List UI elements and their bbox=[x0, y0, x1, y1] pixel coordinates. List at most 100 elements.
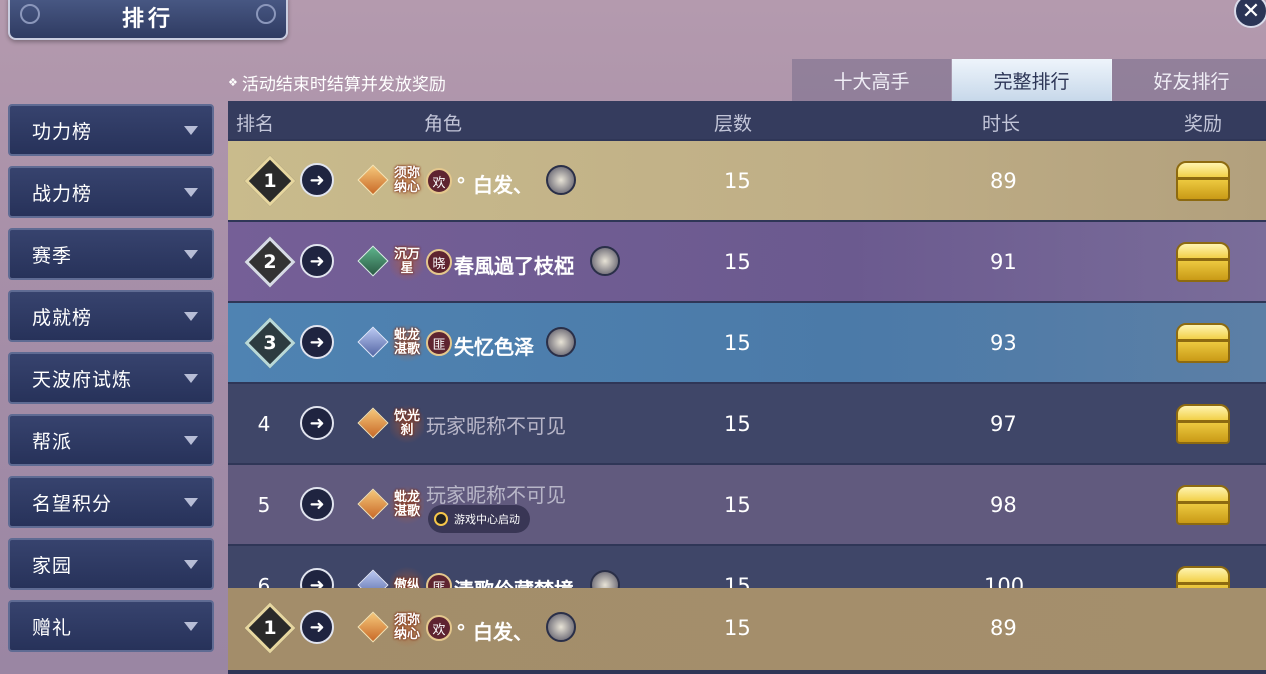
player-name: 失忆色泽 bbox=[454, 335, 534, 359]
title-badge: 欢 bbox=[426, 168, 452, 194]
sidebar-item-gift[interactable]: 赠礼 bbox=[8, 600, 214, 652]
chevron-down-icon bbox=[184, 621, 198, 631]
time-value: 97 bbox=[990, 412, 1017, 436]
sidebar-item-reputation[interactable]: 名望积分 bbox=[8, 476, 214, 528]
ornament-icon bbox=[256, 4, 276, 24]
column-layers: 层数 bbox=[714, 113, 753, 135]
chevron-down-icon bbox=[184, 559, 198, 569]
rank-number: 1 bbox=[263, 170, 277, 192]
chevron-down-icon bbox=[184, 497, 198, 507]
rank-number: 4 bbox=[257, 412, 271, 436]
time-value: 98 bbox=[990, 493, 1017, 517]
table-row[interactable]: 1 ➜ 须弥纳心 欢 ° 白发、 15 89 bbox=[228, 141, 1266, 220]
view-profile-button[interactable]: ➜ bbox=[300, 487, 334, 521]
pet-icon bbox=[546, 612, 576, 642]
close-button[interactable]: ✕ bbox=[1234, 0, 1266, 28]
pet-icon bbox=[546, 165, 576, 195]
table-row[interactable]: 2 ➜ 沉万星 晓 春風過了枝椏 15 91 bbox=[228, 222, 1266, 301]
table-row[interactable]: 5 ➜ 蚍龙湛歌 玩家昵称不可见 游戏中心启动 15 98 bbox=[228, 465, 1266, 544]
sidebar-item-combat[interactable]: 战力榜 bbox=[8, 166, 214, 218]
game-center-label: 游戏中心启动 bbox=[454, 513, 520, 526]
table-header: 排名 角色 层数 时长 奖励 bbox=[228, 101, 1266, 139]
player-name: ° 白发、 bbox=[456, 173, 533, 197]
guild-tag: 饮光刹 bbox=[390, 402, 424, 446]
sidebar-item-label: 天波府试炼 bbox=[32, 368, 133, 391]
sect-emblem-icon bbox=[357, 326, 389, 358]
title-badge: 匪 bbox=[426, 330, 452, 356]
time-value: 91 bbox=[990, 250, 1017, 274]
guild-tag: 须弥纳心 bbox=[390, 606, 424, 650]
column-time: 时长 bbox=[982, 113, 1021, 135]
view-profile-button[interactable]: ➜ bbox=[300, 244, 334, 278]
view-profile-button[interactable]: ➜ bbox=[300, 406, 334, 440]
layers-value: 15 bbox=[724, 616, 751, 640]
player-name: 玩家昵称不可见 bbox=[426, 483, 566, 507]
close-icon: ✕ bbox=[1241, 0, 1261, 24]
arrow-right-icon: ➜ bbox=[309, 169, 325, 191]
rank-number: 2 bbox=[263, 251, 277, 273]
chevron-down-icon bbox=[184, 373, 198, 383]
tab-full-ranking[interactable]: 完整排行 bbox=[952, 59, 1112, 101]
sidebar-item-power[interactable]: 功力榜 bbox=[8, 104, 214, 156]
sidebar-item-label: 帮派 bbox=[32, 430, 73, 453]
sect-emblem-icon bbox=[357, 488, 389, 520]
sidebar-item-label: 成就榜 bbox=[32, 306, 93, 329]
treasure-chest-icon[interactable] bbox=[1176, 161, 1230, 201]
sect-emblem-icon bbox=[357, 407, 389, 439]
sidebar-item-guild[interactable]: 帮派 bbox=[8, 414, 214, 466]
player-name: ° 白发、 bbox=[456, 620, 533, 644]
sidebar-item-achievement[interactable]: 成就榜 bbox=[8, 290, 214, 342]
sect-emblem-icon bbox=[357, 611, 389, 643]
time-value: 89 bbox=[990, 616, 1017, 640]
view-profile-button[interactable]: ➜ bbox=[300, 163, 334, 197]
treasure-chest-icon[interactable] bbox=[1176, 404, 1230, 444]
table-row[interactable]: 3 ➜ 蚍龙湛歌 匪 失忆色泽 15 93 bbox=[228, 303, 1266, 382]
layers-value: 15 bbox=[724, 331, 751, 355]
table-body: 1 ➜ 须弥纳心 欢 ° 白发、 15 89 2 ➜ 沉万星 晓 春風過了枝椏 … bbox=[228, 141, 1266, 627]
sidebar: 功力榜 战力榜 赛季 成就榜 天波府试炼 帮派 名望积分 家园 赠礼 bbox=[8, 104, 214, 662]
sidebar-item-trial[interactable]: 天波府试炼 bbox=[8, 352, 214, 404]
player-name: 玩家昵称不可见 bbox=[426, 414, 566, 438]
table-row[interactable]: 4 ➜ 饮光刹 玩家昵称不可见 15 97 bbox=[228, 384, 1266, 463]
page-title-plate: 排行 bbox=[8, 0, 288, 40]
sidebar-item-label: 家园 bbox=[32, 554, 73, 577]
sect-emblem-icon bbox=[357, 245, 389, 277]
tab-top-ten[interactable]: 十大高手 bbox=[792, 59, 952, 101]
column-reward: 奖励 bbox=[1184, 113, 1223, 135]
time-value: 89 bbox=[990, 169, 1017, 193]
notice-label: 活动结束时结算并发放奖励 bbox=[241, 75, 446, 95]
guild-tag: 沉万星 bbox=[390, 240, 424, 284]
chevron-down-icon bbox=[184, 249, 198, 259]
treasure-chest-icon[interactable] bbox=[1176, 323, 1230, 363]
time-value: 93 bbox=[990, 331, 1017, 355]
tab-friends-ranking[interactable]: 好友排行 bbox=[1112, 59, 1266, 101]
layers-value: 15 bbox=[724, 493, 751, 517]
sidebar-item-season[interactable]: 赛季 bbox=[8, 228, 214, 280]
player-name: 春風過了枝椏 bbox=[454, 254, 574, 278]
arrow-right-icon: ➜ bbox=[309, 250, 325, 272]
diamond-icon: ❖ bbox=[228, 76, 238, 89]
arrow-right-icon: ➜ bbox=[309, 412, 325, 434]
pet-icon bbox=[546, 327, 576, 357]
notice-text: ❖ 活动结束时结算并发放奖励 bbox=[228, 70, 446, 95]
arrow-right-icon: ➜ bbox=[309, 616, 325, 638]
tab-bar: 十大高手 完整排行 好友排行 bbox=[792, 59, 1266, 101]
chevron-down-icon bbox=[184, 187, 198, 197]
title-badge: 欢 bbox=[426, 615, 452, 641]
pet-icon bbox=[590, 246, 620, 276]
guild-tag: 蚍龙湛歌 bbox=[390, 321, 424, 365]
sidebar-item-label: 赛季 bbox=[32, 244, 73, 267]
chevron-down-icon bbox=[184, 125, 198, 135]
view-profile-button[interactable]: ➜ bbox=[300, 325, 334, 359]
column-role: 角色 bbox=[424, 113, 463, 135]
arrow-right-icon: ➜ bbox=[309, 493, 325, 515]
rank-number: 1 bbox=[263, 617, 277, 639]
view-profile-button[interactable]: ➜ bbox=[300, 610, 334, 644]
sidebar-item-home[interactable]: 家园 bbox=[8, 538, 214, 590]
penguin-icon bbox=[434, 512, 448, 526]
treasure-chest-icon[interactable] bbox=[1176, 485, 1230, 525]
rank-number: 3 bbox=[263, 332, 277, 354]
treasure-chest-icon[interactable] bbox=[1176, 242, 1230, 282]
page-title: 排行 bbox=[121, 7, 174, 32]
sidebar-item-label: 功力榜 bbox=[32, 120, 93, 143]
